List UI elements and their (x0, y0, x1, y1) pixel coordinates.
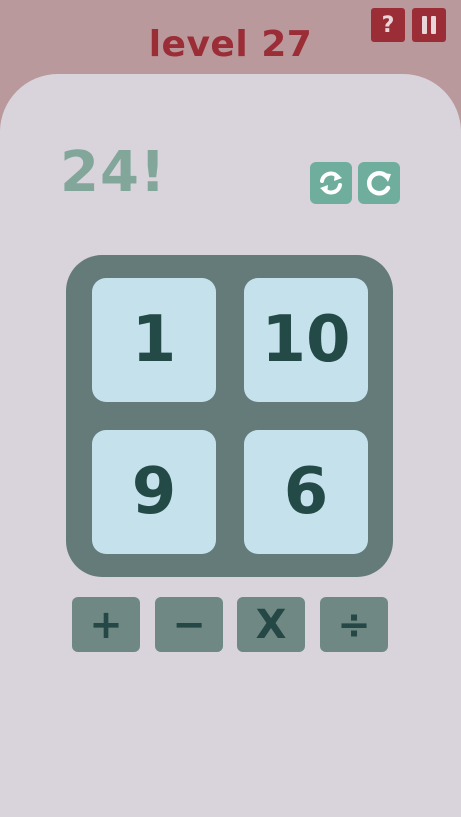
number-tile[interactable]: 6 (244, 430, 368, 554)
subtract-button[interactable]: − (155, 597, 223, 652)
target-number: 24! (60, 140, 167, 205)
restart-button[interactable] (358, 162, 400, 204)
restart-icon (366, 171, 391, 196)
number-board: 1 10 9 6 (66, 255, 393, 577)
shuffle-icon (320, 171, 342, 195)
add-button[interactable]: + (72, 597, 140, 652)
number-tile[interactable]: 10 (244, 278, 368, 402)
divide-button[interactable]: ÷ (320, 597, 388, 652)
shuffle-button[interactable] (310, 162, 352, 204)
multiply-button[interactable]: X (237, 597, 305, 652)
number-tile[interactable]: 1 (92, 278, 216, 402)
number-tile[interactable]: 9 (92, 430, 216, 554)
level-title: level 27 (148, 24, 313, 65)
